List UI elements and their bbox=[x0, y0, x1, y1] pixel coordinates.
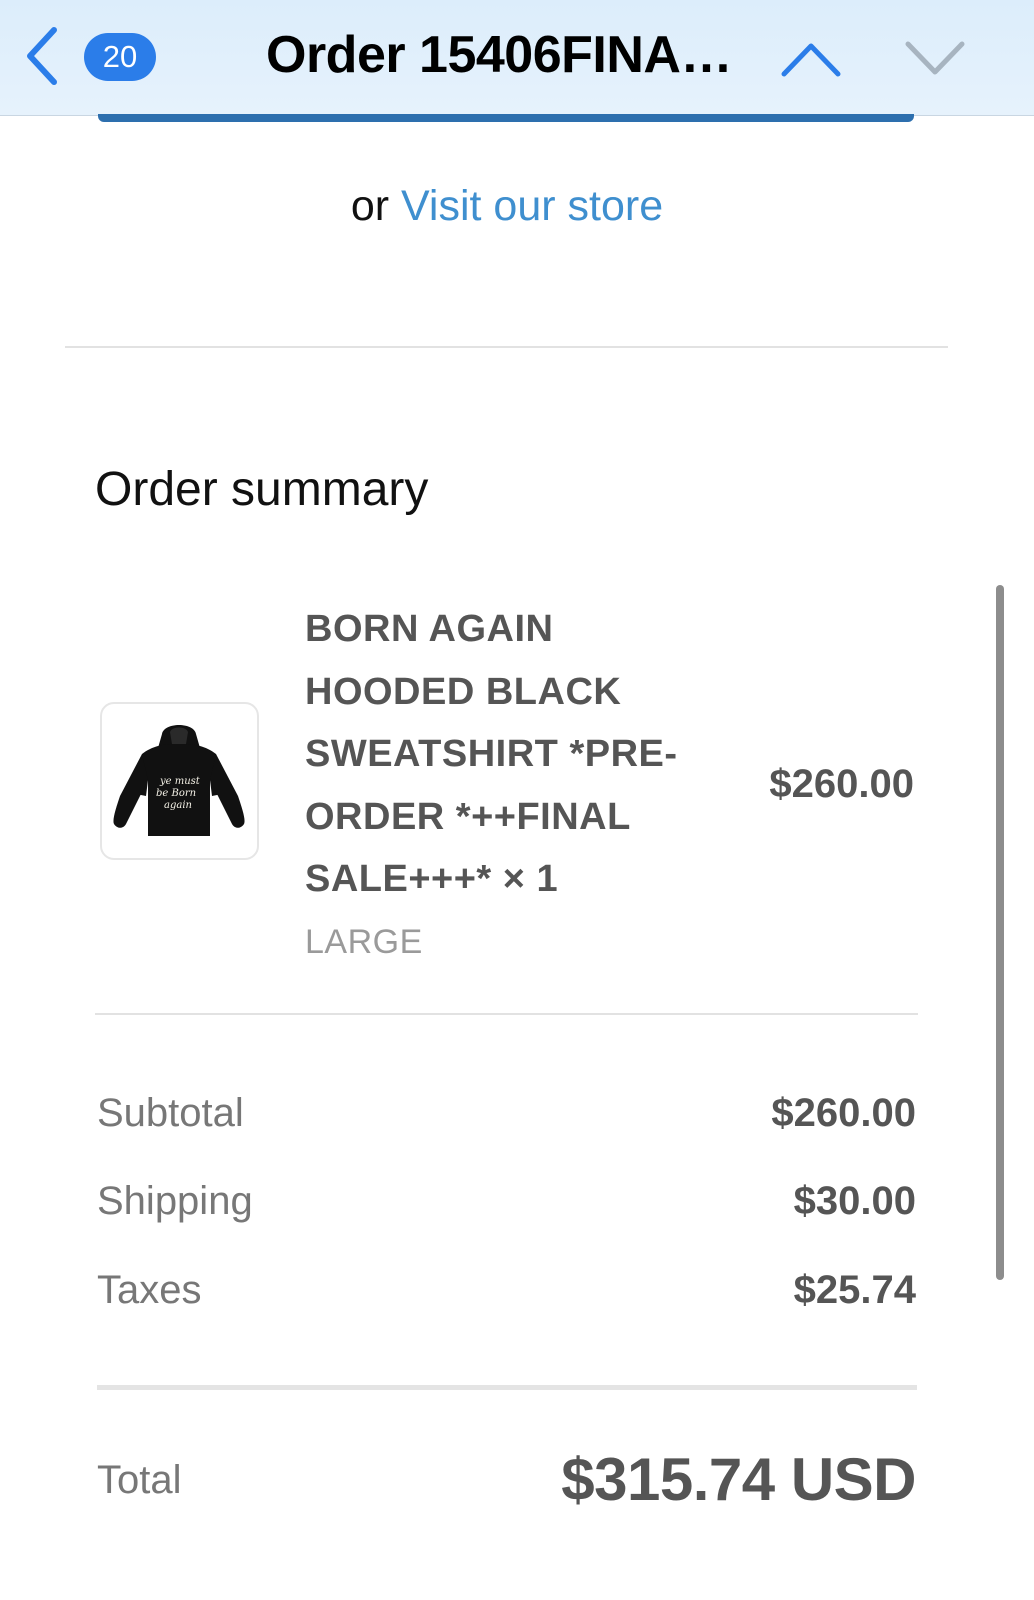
order-summary-title: Order summary bbox=[95, 463, 429, 516]
product-price: $260.00 bbox=[769, 762, 914, 806]
chevron-up-icon[interactable] bbox=[778, 34, 844, 82]
product-image[interactable]: ye must be Born again bbox=[100, 702, 259, 860]
hoodie-image: ye must be Born again bbox=[113, 725, 245, 836]
shipping-label: Shipping bbox=[97, 1179, 253, 1223]
order-status-button[interactable] bbox=[98, 114, 914, 122]
product-name: BORN AGAIN HOODED BLACK SWEATSHIRT *PRE-… bbox=[305, 608, 678, 900]
shipping-value: $30.00 bbox=[793, 1179, 916, 1223]
total-label: Total bbox=[97, 1458, 182, 1502]
subtotal-label: Subtotal bbox=[97, 1091, 244, 1135]
visit-store-link[interactable]: Visit our store bbox=[401, 182, 663, 230]
unread-count-badge[interactable]: 20 bbox=[84, 33, 156, 81]
section-divider bbox=[95, 1013, 918, 1015]
total-divider bbox=[97, 1385, 917, 1390]
visit-store-line: or Visit our store bbox=[0, 178, 1014, 234]
or-text: or bbox=[350, 182, 390, 230]
chevron-left-icon[interactable] bbox=[22, 26, 62, 86]
message-title: Order 15406FINA… bbox=[266, 26, 732, 84]
total-value: $315.74 USD bbox=[561, 1446, 916, 1513]
mail-nav-bar: 20 Order 15406FINA… bbox=[0, 0, 1034, 116]
subtotal-value: $260.00 bbox=[771, 1091, 916, 1135]
hoodie-print-line-1: ye must bbox=[159, 776, 201, 787]
taxes-label: Taxes bbox=[97, 1268, 202, 1312]
section-divider bbox=[65, 346, 948, 348]
product-variant: LARGE bbox=[305, 923, 423, 961]
taxes-value: $25.74 bbox=[793, 1268, 916, 1312]
hoodie-print-line-2: be Born bbox=[156, 788, 196, 799]
chevron-down-icon[interactable] bbox=[902, 34, 968, 82]
scrollbar[interactable] bbox=[996, 585, 1004, 1280]
hoodie-print-line-3: again bbox=[164, 800, 192, 811]
